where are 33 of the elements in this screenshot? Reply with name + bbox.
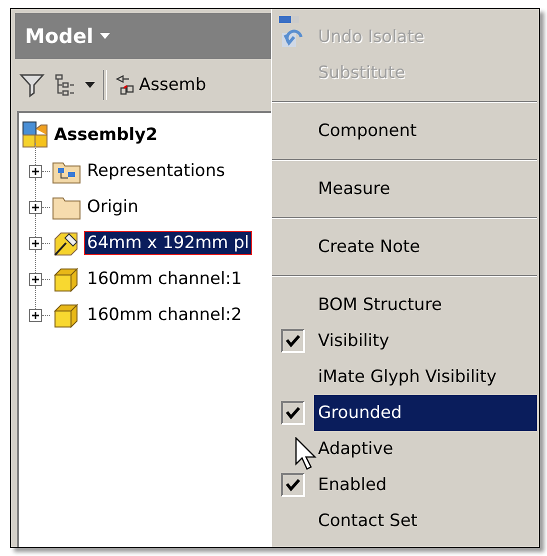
assembly-view-button[interactable]: Assemb — [115, 74, 206, 96]
menu-item[interactable]: Component — [314, 113, 537, 149]
menu-item[interactable]: Adaptive — [314, 431, 537, 467]
tree-item[interactable]: Origin — [84, 195, 142, 219]
tree-item[interactable]: Assembly2 — [54, 125, 158, 145]
mouse-pointer-icon — [295, 437, 317, 471]
menu-item[interactable]: Visibility — [314, 323, 537, 359]
menu-item[interactable]: Measure — [314, 171, 537, 207]
checkbox[interactable] — [281, 473, 305, 497]
menu-item[interactable]: Contact Set — [314, 503, 537, 539]
menu-item[interactable]: Enabled — [314, 467, 537, 503]
filter-icon[interactable] — [19, 72, 45, 98]
menu-item[interactable]: Create Note — [314, 229, 537, 265]
tree-item[interactable]: 64mm x 192mm pl — [84, 231, 252, 255]
isolate-icon — [278, 16, 300, 24]
tree-item[interactable]: 160mm channel:1 — [84, 267, 245, 291]
tree-item[interactable]: 160mm channel:2 — [84, 303, 245, 327]
expand-icon[interactable] — [29, 308, 42, 322]
menu-item[interactable]: Grounded — [314, 395, 537, 431]
expand-icon[interactable] — [29, 164, 42, 178]
caret-icon — [99, 32, 112, 40]
checkbox[interactable] — [281, 401, 305, 425]
checkbox[interactable] — [281, 329, 305, 353]
menu-item[interactable]: BOM Structure — [314, 287, 537, 323]
expand-icon[interactable] — [29, 200, 42, 214]
expand-icon[interactable] — [29, 272, 42, 286]
expand-icon[interactable] — [29, 236, 42, 250]
constraint-icon — [115, 74, 135, 96]
caret-icon[interactable] — [85, 82, 95, 88]
tree-item[interactable]: Representations — [84, 159, 228, 183]
menu-item[interactable]: iMate Glyph Visibility — [314, 359, 537, 395]
model-dropdown[interactable]: Model — [15, 24, 122, 48]
tree-view-icon[interactable] — [53, 73, 77, 97]
